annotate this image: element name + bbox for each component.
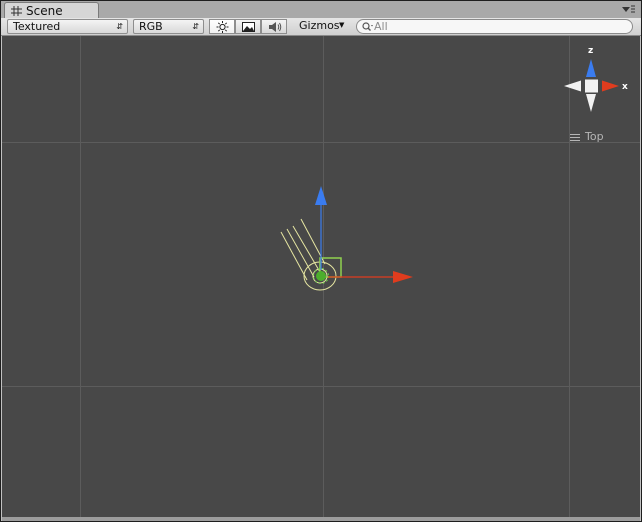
axis-x-label: x: [622, 82, 628, 92]
color-mode-dropdown[interactable]: RGB ⇵: [133, 19, 204, 34]
scene-window: Scene Textured ⇵ RGB ⇵ Gizmos ▼ All z x …: [0, 0, 642, 522]
updown-icon: ⇵: [192, 22, 199, 31]
tab-scene[interactable]: Scene: [4, 2, 99, 18]
scene-toolbar: Textured ⇵ RGB ⇵ Gizmos ▼ All: [1, 18, 641, 36]
tab-label: Scene: [26, 4, 63, 18]
bottom-edge: [2, 517, 640, 521]
search-icon: [362, 22, 373, 31]
search-placeholder: All: [374, 20, 388, 33]
color-mode-value: RGB: [139, 20, 163, 33]
gizmos-dropdown[interactable]: Gizmos ▼: [295, 19, 349, 34]
scene-fx-button[interactable]: [235, 19, 261, 34]
scene-audio-button[interactable]: [261, 19, 287, 34]
gizmos-label: Gizmos: [299, 19, 340, 32]
menu-lines-icon: [570, 134, 580, 141]
render-mode-value: Textured: [13, 20, 61, 33]
scene-lighting-button[interactable]: [209, 19, 235, 34]
view-label-text: Top: [585, 130, 604, 143]
chevron-down-icon: ▼: [339, 21, 345, 29]
tab-bar: Scene: [1, 1, 641, 18]
image-icon: [242, 22, 255, 32]
search-field[interactable]: All: [356, 19, 633, 34]
speaker-icon: [269, 22, 282, 32]
axis-z-label: z: [588, 46, 593, 56]
directional-light-gizmo[interactable]: [280, 218, 337, 291]
orientation-gizmo[interactable]: z x: [564, 46, 628, 112]
updown-icon: ⇵: [116, 22, 123, 31]
scene-canvas[interactable]: z x: [2, 36, 640, 517]
scene-viewport[interactable]: z x Top: [2, 36, 640, 517]
window-menu-icon[interactable]: [620, 4, 636, 16]
sun-icon: [216, 21, 229, 33]
grid-icon: [11, 6, 22, 16]
render-mode-dropdown[interactable]: Textured ⇵: [7, 19, 128, 34]
